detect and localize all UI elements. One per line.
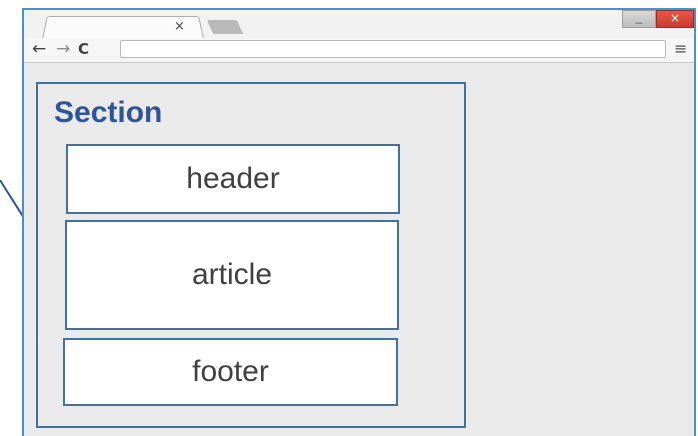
address-bar[interactable] [120, 40, 666, 58]
browser-toolbar: ← → C ≡ [24, 38, 694, 63]
header-block: header [66, 144, 400, 214]
browser-window: × _ × ← → C ≡ Section header article foo… [22, 8, 696, 436]
new-tab-button[interactable] [206, 20, 244, 34]
menu-icon[interactable]: ≡ [674, 38, 687, 60]
minimize-button[interactable]: _ [622, 10, 656, 28]
tab-close-icon[interactable]: × [174, 19, 185, 34]
footer-label: footer [192, 355, 269, 388]
back-arrow-icon[interactable]: ← [32, 38, 46, 60]
section-title: Section [54, 96, 163, 129]
close-window-button[interactable]: × [656, 10, 694, 28]
footer-block: footer [63, 338, 398, 406]
forward-arrow-icon[interactable]: → [56, 38, 70, 60]
header-label: header [186, 162, 280, 195]
article-block: article [65, 220, 399, 330]
reload-icon[interactable]: C [78, 38, 89, 60]
article-label: article [191, 258, 273, 291]
title-bar: × _ × [24, 10, 694, 39]
